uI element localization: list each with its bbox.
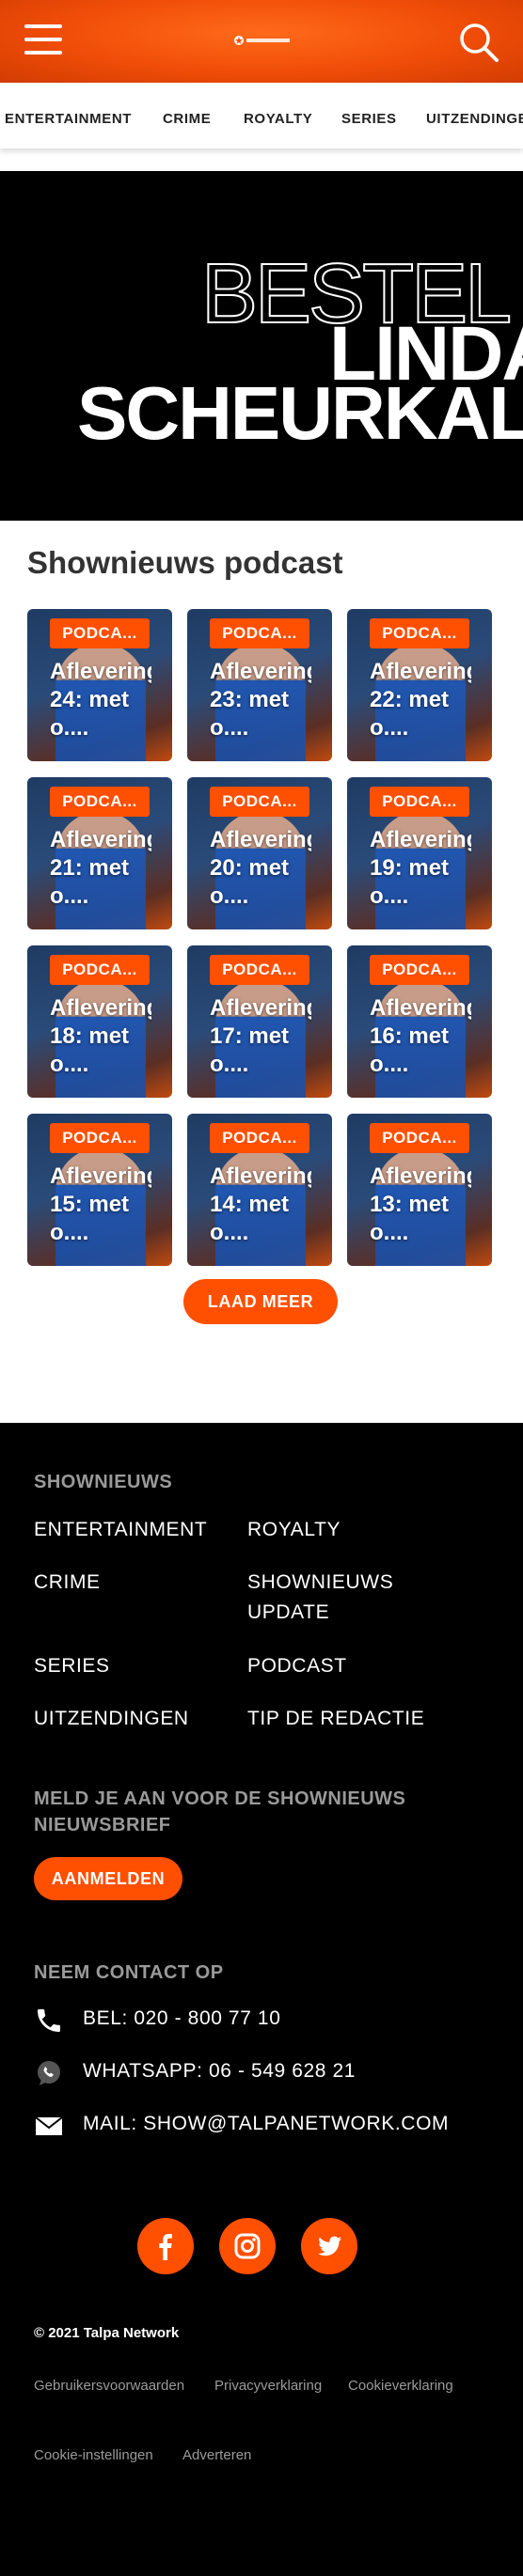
podcast-badge: PODCA...	[370, 955, 469, 985]
nav-item-royalty[interactable]: ROYALTY	[244, 111, 312, 127]
newsletter-signup-button[interactable]: AANMELDEN	[34, 1857, 182, 1900]
legal-link-cookies[interactable]: Cookieverklaring	[348, 2378, 453, 2394]
podcast-badge: PODCA...	[370, 1123, 469, 1153]
legal-link-advertising[interactable]: Adverteren	[182, 2447, 251, 2463]
podcast-card-title: Aflevering 18: met o....	[50, 995, 151, 1077]
contact-whatsapp-text: WHATSAPP: 06 - 549 628 21	[83, 2060, 357, 2082]
site-header	[0, 0, 523, 83]
contact-mail-text: MAIL: SHOW@TALPANETWORK.COM	[83, 2113, 450, 2134]
podcast-badge: PODCA...	[210, 955, 309, 985]
section-title: Shownieuws podcast	[27, 545, 343, 580]
podcast-card-title: Aflevering 22: met o....	[370, 659, 471, 741]
footer-link-tip-de-redactie[interactable]: TIP DE REDACTIE	[247, 1704, 424, 1734]
newsletter-heading-line2: NIEUWSBRIEF	[34, 1815, 171, 1835]
newsletter-heading-line1: MELD JE AAN VOOR DE SHOWNIEUWS	[34, 1788, 406, 1809]
category-nav: ENTERTAINMENT CRIME ROYALTY SERIES UITZE…	[0, 83, 523, 148]
footer-link-series[interactable]: SERIES	[34, 1651, 110, 1681]
podcast-card[interactable]: PODCA... Aflevering 14: met o....	[187, 1114, 332, 1266]
podcast-card-title: Aflevering 21: met o....	[50, 827, 151, 909]
podcast-card-title: Aflevering 16: met o....	[370, 995, 471, 1077]
nav-item-uitzendingen[interactable]: UITZENDINGEN	[426, 111, 523, 127]
podcast-badge: PODCA...	[210, 618, 309, 648]
podcast-badge: PODCA...	[210, 1123, 309, 1153]
copyright: © 2021 Talpa Network	[34, 2325, 180, 2341]
legal-link-cookie-settings[interactable]: Cookie-instellingen	[34, 2447, 153, 2463]
podcast-card[interactable]: PODCA... Aflevering 23: met o....	[187, 609, 332, 761]
search-icon[interactable]	[457, 21, 500, 64]
podcast-badge: PODCA...	[50, 787, 150, 817]
newsletter-heading: MELD JE AAN VOOR DE SHOWNIEUWS NIEUWSBRI…	[34, 1786, 405, 1838]
whatsapp-icon	[34, 2058, 64, 2088]
facebook-icon[interactable]	[137, 2218, 194, 2274]
podcast-card[interactable]: PODCA... Aflevering 15: met o....	[27, 1114, 172, 1266]
podcast-card-title: Aflevering 24: met o....	[50, 659, 151, 741]
podcast-card[interactable]: PODCA... Aflevering 13: met o....	[347, 1114, 492, 1266]
podcast-badge: PODCA...	[50, 1123, 150, 1153]
nav-item-crime[interactable]: CRIME	[163, 111, 211, 127]
podcast-card-title: Aflevering 17: met o....	[210, 995, 311, 1077]
podcast-card-title: Aflevering 20: met o....	[210, 827, 311, 909]
legal-link-terms[interactable]: Gebruikersvoorwaarden	[34, 2378, 184, 2394]
podcast-card[interactable]: PODCA... Aflevering 18: met o....	[27, 945, 172, 1098]
menu-icon[interactable]	[24, 24, 62, 55]
mail-icon	[34, 2111, 64, 2141]
footer-link-entertainment[interactable]: ENTERTAINMENT	[34, 1515, 207, 1545]
footer-heading: SHOWNIEUWS	[34, 1472, 173, 1492]
podcast-card[interactable]: PODCA... Aflevering 16: met o....	[347, 945, 492, 1098]
podcast-card[interactable]: PODCA... Aflevering 17: met o....	[187, 945, 332, 1098]
footer-link-podcast[interactable]: PODCAST	[247, 1651, 347, 1681]
footer-link-crime[interactable]: CRIME	[34, 1568, 101, 1598]
footer-link-shownieuws-update[interactable]: SHOWNIEUWS UPDATE	[247, 1568, 393, 1628]
podcast-card[interactable]: PODCA... Aflevering 22: met o....	[347, 609, 492, 761]
nav-item-series[interactable]: SERIES	[341, 111, 397, 127]
podcast-badge: PODCA...	[210, 787, 309, 817]
footer-link-update-line2: UPDATE	[247, 1601, 330, 1623]
podcast-badge: PODCA...	[50, 618, 150, 648]
podcast-card[interactable]: PODCA... Aflevering 19: met o....	[347, 777, 492, 929]
podcast-card[interactable]: PODCA... Aflevering 20: met o....	[187, 777, 332, 929]
podcast-card-title: Aflevering 14: met o....	[210, 1163, 311, 1245]
podcast-card-title: Aflevering 13: met o....	[370, 1163, 471, 1245]
podcast-card[interactable]: PODCA... Aflevering 24: met o....	[27, 609, 172, 761]
promo-banner[interactable]: BESTEL NU LINDA SCHEURKALENDER	[0, 171, 523, 521]
load-more-button[interactable]: LAAD MEER	[183, 1279, 338, 1324]
podcast-card-title: Aflevering 23: met o....	[210, 659, 311, 741]
footer-link-uitzendingen[interactable]: UITZENDINGEN	[34, 1704, 189, 1734]
site-logo[interactable]	[233, 34, 292, 47]
podcast-card[interactable]: PODCA... Aflevering 21: met o....	[27, 777, 172, 929]
footer-link-update-line1: SHOWNIEUWS	[247, 1571, 394, 1593]
footer-link-royalty[interactable]: ROYALTY	[247, 1515, 341, 1545]
podcast-card-title: Aflevering 19: met o....	[370, 827, 471, 909]
nav-item-entertainment[interactable]: ENTERTAINMENT	[5, 111, 132, 127]
podcast-badge: PODCA...	[50, 955, 150, 985]
instagram-icon[interactable]	[219, 2218, 276, 2274]
banner-line-3: SCHEURKALENDER	[77, 371, 523, 455]
podcast-badge: PODCA...	[370, 787, 469, 817]
contact-phone-text: BEL: 020 - 800 77 10	[83, 2007, 281, 2029]
phone-icon	[34, 2006, 64, 2036]
contact-heading: NEEM CONTACT OP	[34, 1962, 224, 1983]
podcast-card-title: Aflevering 15: met o....	[50, 1163, 151, 1245]
twitter-icon[interactable]	[301, 2218, 357, 2274]
podcast-badge: PODCA...	[370, 618, 469, 648]
legal-link-privacy[interactable]: Privacyverklaring	[214, 2378, 322, 2394]
